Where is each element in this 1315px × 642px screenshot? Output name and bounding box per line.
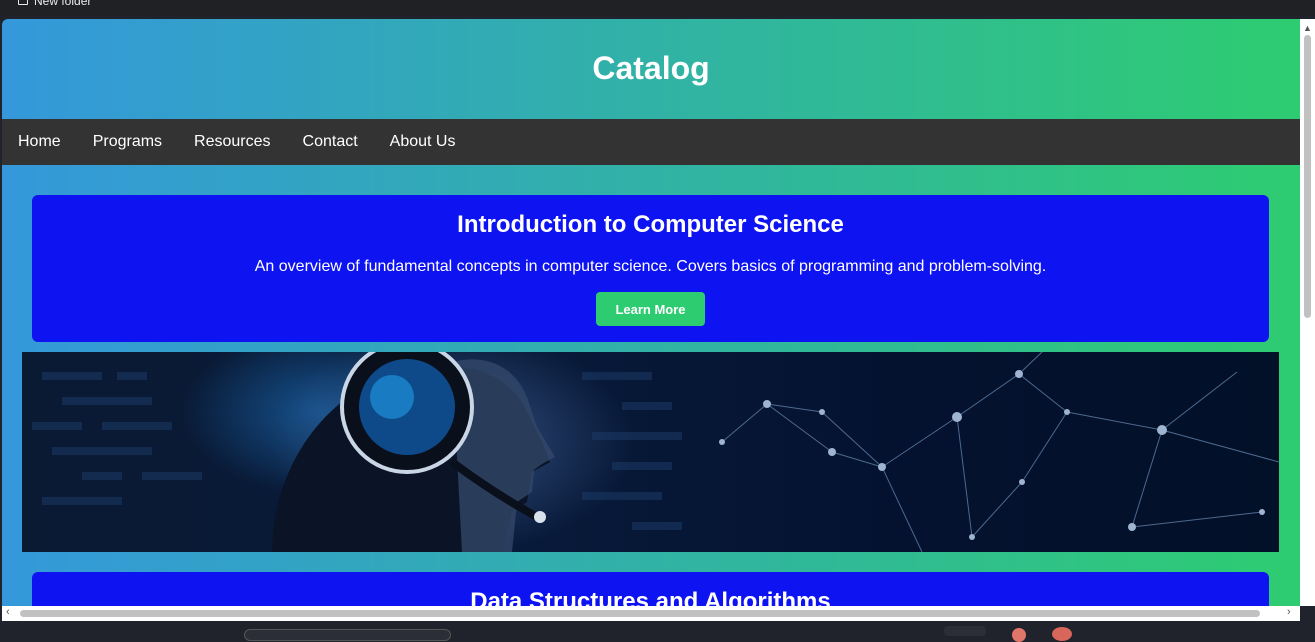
main-nav: Home Programs Resources Contact About Us xyxy=(2,119,1300,165)
bookmark-label: New folder xyxy=(34,0,92,8)
course-description: An overview of fundamental concepts in c… xyxy=(254,258,1047,275)
learn-more-button[interactable]: Learn More xyxy=(596,292,705,326)
site-title: Catalog xyxy=(592,49,710,86)
bookmark-new-folder[interactable]: New folder xyxy=(18,0,91,8)
taskbar-app-icon[interactable] xyxy=(944,626,986,636)
nav-contact[interactable]: Contact xyxy=(303,133,358,151)
taskbar-search-box[interactable] xyxy=(244,629,451,641)
horizontal-scroll-thumb[interactable] xyxy=(20,610,1260,617)
banner-graphic xyxy=(32,352,1279,552)
course-banner-image xyxy=(22,352,1279,552)
nav-programs[interactable]: Programs xyxy=(93,133,162,151)
nav-home[interactable]: Home xyxy=(18,133,61,151)
site-header: Catalog xyxy=(2,19,1300,119)
scroll-up-icon[interactable]: ▲ xyxy=(1303,23,1312,33)
taskbar-app-icon[interactable] xyxy=(1012,628,1026,642)
page-viewport: Catalog Home Programs Resources Contact … xyxy=(2,19,1300,606)
taskbar-app-icon[interactable] xyxy=(1052,627,1072,641)
taskbar xyxy=(0,621,1315,642)
horizontal-scrollbar[interactable]: ‹ › xyxy=(2,606,1300,621)
nav-about-us[interactable]: About Us xyxy=(390,133,456,151)
bookmarks-bar: New folder xyxy=(0,0,1315,16)
course-title: Data Structures and Algorithms xyxy=(470,588,831,606)
nav-resources[interactable]: Resources xyxy=(194,133,270,151)
course-card: Introduction to Computer Science An over… xyxy=(32,195,1269,342)
vertical-scrollbar[interactable]: ▲ xyxy=(1300,19,1315,606)
scroll-left-icon[interactable]: ‹ xyxy=(6,606,10,618)
folder-icon xyxy=(18,0,28,5)
vertical-scroll-thumb[interactable] xyxy=(1304,35,1311,318)
course-card: Data Structures and Algorithms xyxy=(32,572,1269,606)
course-title: Introduction to Computer Science xyxy=(457,211,844,238)
scroll-right-icon[interactable]: › xyxy=(1287,606,1291,618)
